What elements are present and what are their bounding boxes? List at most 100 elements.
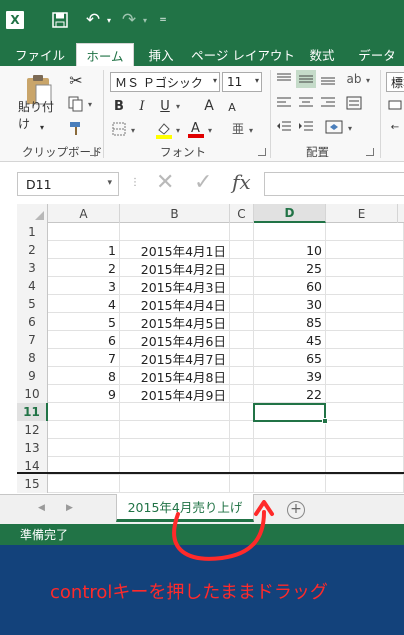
cell-b[interactable] [120, 223, 230, 241]
cell-d[interactable]: 30 [254, 295, 326, 313]
undo-icon[interactable]: ↶ [82, 9, 104, 31]
new-sheet-icon[interactable]: + [287, 501, 305, 519]
borders-icon[interactable] [110, 120, 128, 138]
cell-b[interactable] [120, 475, 230, 493]
cell-b[interactable]: 2015年4月7日 [120, 349, 230, 367]
fill-color-dropdown-icon[interactable]: ▾ [176, 126, 180, 135]
align-center-icon[interactable] [296, 94, 316, 112]
cell-c[interactable] [230, 475, 254, 493]
row-header[interactable]: 5 [17, 295, 48, 313]
cell-b[interactable] [120, 403, 230, 421]
cell-c[interactable] [230, 313, 254, 331]
copy-icon[interactable] [66, 94, 86, 114]
tab-data[interactable]: データ [350, 42, 404, 66]
sheet-nav-next-icon[interactable]: ▶ [66, 503, 73, 513]
cell-b[interactable]: 2015年4月2日 [120, 259, 230, 277]
row-header[interactable]: 2 [17, 241, 48, 259]
cell-c[interactable] [230, 421, 254, 439]
cell-a[interactable]: 8 [48, 367, 120, 385]
row-header[interactable]: 9 [17, 367, 48, 385]
column-header-d[interactable]: D [254, 204, 326, 223]
cell-b[interactable]: 2015年4月1日 [120, 241, 230, 259]
cell-b[interactable] [120, 421, 230, 439]
cell-c[interactable] [230, 241, 254, 259]
cell-c[interactable] [230, 403, 254, 421]
shrink-font-button[interactable]: A [224, 98, 240, 116]
cell-d[interactable] [254, 475, 326, 493]
cell-d[interactable]: 39 [254, 367, 326, 385]
underline-button[interactable]: U [156, 96, 174, 116]
customize-qat-icon[interactable]: = [156, 9, 170, 31]
row-header[interactable]: 8 [17, 349, 48, 367]
cell-a[interactable]: 4 [48, 295, 120, 313]
currency-icon[interactable] [386, 96, 404, 114]
cell-e[interactable] [326, 439, 404, 457]
cell-b[interactable]: 2015年4月5日 [120, 313, 230, 331]
cell-e[interactable] [326, 349, 404, 367]
cell-d[interactable]: 45 [254, 331, 326, 349]
decimal-icon[interactable]: ← [386, 118, 404, 136]
row-header[interactable]: 12 [17, 421, 48, 439]
phonetic-icon[interactable]: 亜 [228, 118, 248, 138]
cell-a[interactable]: 5 [48, 313, 120, 331]
font-launcher-icon[interactable] [258, 148, 266, 156]
tab-home[interactable]: ホーム [76, 43, 134, 67]
save-icon[interactable] [48, 9, 72, 31]
redo-dropdown-icon[interactable]: ▾ [140, 9, 150, 31]
row-header[interactable]: 4 [17, 277, 48, 295]
align-middle-icon[interactable] [296, 70, 316, 88]
wrap-text-icon[interactable] [344, 94, 364, 112]
italic-button[interactable]: I [133, 96, 151, 116]
cell-d[interactable]: 60 [254, 277, 326, 295]
cell-e[interactable] [326, 385, 404, 403]
cell-a[interactable] [48, 223, 120, 241]
borders-dropdown-icon[interactable]: ▾ [131, 126, 135, 135]
row-header[interactable]: 1 [17, 223, 48, 241]
name-box[interactable]: D11 ▾ [17, 172, 119, 196]
orientation-icon[interactable]: ab [344, 70, 364, 88]
number-format-combo[interactable]: 標準 [386, 72, 404, 92]
font-color-dropdown-icon[interactable]: ▾ [208, 126, 212, 135]
alignment-launcher-icon[interactable] [366, 148, 374, 156]
cell-b[interactable]: 2015年4月8日 [120, 367, 230, 385]
undo-dropdown-icon[interactable]: ▾ [104, 9, 114, 31]
formula-input[interactable] [264, 172, 404, 196]
cell-b[interactable]: 2015年4月4日 [120, 295, 230, 313]
cell-a[interactable] [48, 439, 120, 457]
cell-c[interactable] [230, 277, 254, 295]
cell-d[interactable]: 10 [254, 241, 326, 259]
increase-indent-icon[interactable] [296, 118, 316, 136]
row-header[interactable]: 6 [17, 313, 48, 331]
formula-bar-grip-icon[interactable]: ⋮ [130, 177, 140, 188]
align-top-icon[interactable] [274, 70, 294, 88]
cell-a[interactable] [48, 421, 120, 439]
cell-c[interactable] [230, 349, 254, 367]
cell-e[interactable] [326, 277, 404, 295]
tab-formulas[interactable]: 数式 [300, 42, 344, 66]
column-header-b[interactable]: B [120, 204, 230, 223]
cell-e[interactable] [326, 241, 404, 259]
merge-center-icon[interactable] [320, 118, 348, 136]
redo-icon[interactable]: ↷ [118, 9, 140, 31]
select-all-button[interactable] [17, 204, 48, 223]
cell-e[interactable] [326, 421, 404, 439]
cell-e[interactable] [326, 331, 404, 349]
name-box-dropdown-icon[interactable]: ▾ [107, 178, 112, 188]
cell-b[interactable]: 2015年4月6日 [120, 331, 230, 349]
copy-dropdown-icon[interactable]: ▾ [88, 100, 92, 109]
cell-a[interactable]: 9 [48, 385, 120, 403]
cell-d[interactable]: 85 [254, 313, 326, 331]
cell-e[interactable] [326, 367, 404, 385]
cell-e[interactable] [326, 475, 404, 493]
phonetic-dropdown-icon[interactable]: ▾ [249, 126, 253, 135]
cell-d[interactable]: 22 [254, 385, 326, 403]
cell-a[interactable]: 2 [48, 259, 120, 277]
cell-d[interactable] [254, 421, 326, 439]
cell-a[interactable]: 6 [48, 331, 120, 349]
cell-c[interactable] [230, 223, 254, 241]
cell-a[interactable]: 7 [48, 349, 120, 367]
merge-dropdown-icon[interactable]: ▾ [348, 124, 352, 133]
align-right-icon[interactable] [318, 94, 338, 112]
cell-c[interactable] [230, 367, 254, 385]
cell-b[interactable]: 2015年4月3日 [120, 277, 230, 295]
